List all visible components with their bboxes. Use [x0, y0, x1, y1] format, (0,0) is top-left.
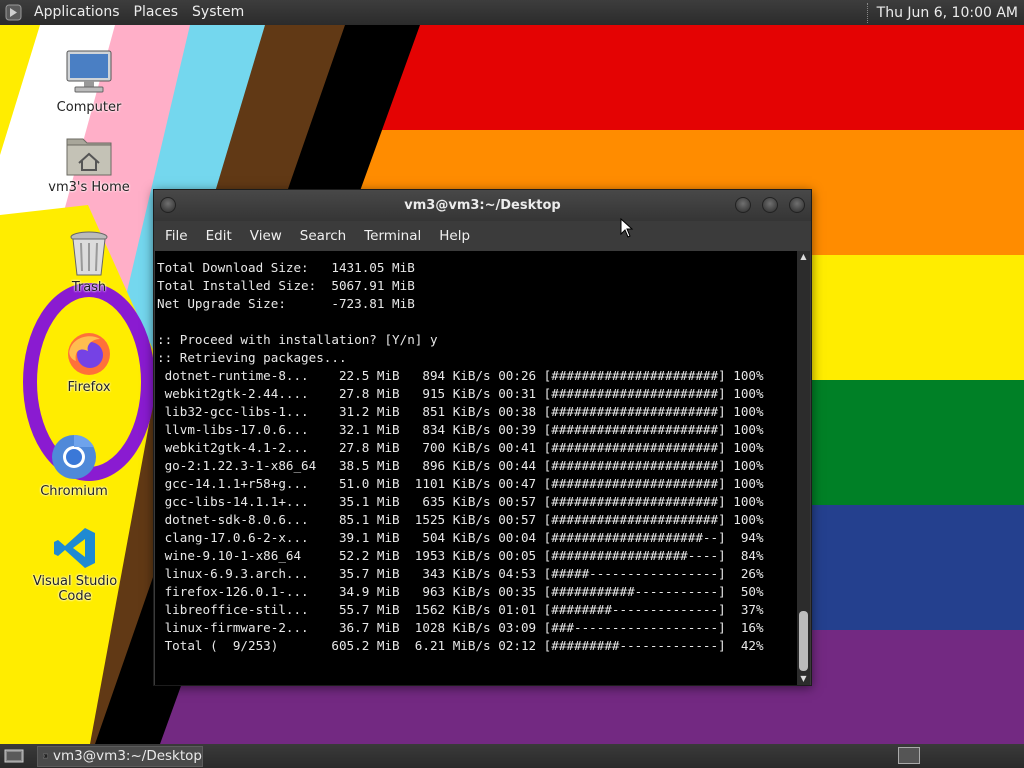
desktop-icon-chromium[interactable]: Chromium	[14, 429, 134, 499]
terminal-line: libreoffice-stil... 55.7 MiB 1562 KiB/s …	[157, 602, 764, 617]
scroll-up-icon[interactable]: ▲	[797, 251, 810, 263]
trash-icon	[69, 225, 109, 277]
terminal-scrollbar[interactable]: ▲ ▼	[797, 251, 810, 685]
workspace-switcher[interactable]	[898, 747, 920, 764]
menu-search[interactable]: Search	[291, 228, 355, 244]
firefox-icon	[66, 325, 112, 377]
desktop-icon-home[interactable]: vm3's Home	[29, 125, 149, 195]
terminal-line: dotnet-runtime-8... 22.5 MiB 894 KiB/s 0…	[157, 368, 764, 383]
window-titlebar[interactable]: vm3@vm3:~/Desktop	[154, 190, 811, 221]
top-panel: Applications Places System Thu Jun 6, 10…	[0, 0, 1024, 25]
menu-terminal[interactable]: Terminal	[355, 228, 430, 244]
panel-separator	[866, 2, 869, 23]
terminal-line: :: Proceed with installation? [Y/n] y	[157, 332, 438, 347]
menu-file[interactable]: File	[156, 228, 197, 244]
terminal-line: gcc-libs-14.1.1+... 35.1 MiB 635 KiB/s 0…	[157, 494, 764, 509]
window-title: vm3@vm3:~/Desktop	[404, 198, 561, 213]
terminal-line: clang-17.0.6-2-x... 39.1 MiB 504 KiB/s 0…	[157, 530, 764, 545]
system-menu[interactable]: System	[184, 0, 250, 25]
terminal-line: linux-firmware-2... 36.7 MiB 1028 KiB/s …	[157, 620, 764, 635]
window-menu-icon[interactable]	[160, 197, 176, 213]
taskbar-item-label: vm3@vm3:~/Desktop	[52, 748, 202, 764]
chromium-icon	[50, 429, 98, 481]
desktop-icon-firefox[interactable]: Firefox	[29, 325, 149, 395]
vscode-icon	[52, 519, 98, 571]
terminal-text: Total Download Size: 1431.05 MiB Total In…	[155, 251, 798, 655]
desktop-icon-label: Chromium	[40, 484, 108, 499]
scroll-down-icon[interactable]: ▼	[797, 673, 810, 685]
terminal-window[interactable]: vm3@vm3:~/Desktop File Edit View Search …	[153, 189, 812, 686]
terminal-output[interactable]: Total Download Size: 1431.05 MiB Total In…	[155, 251, 798, 685]
desktop-icon-label: vm3's Home	[48, 180, 130, 195]
terminal-line: dotnet-sdk-8.0.6... 85.1 MiB 1525 KiB/s …	[157, 512, 764, 527]
terminal-app-icon	[43, 753, 48, 759]
maximize-button[interactable]	[762, 197, 778, 213]
places-menu[interactable]: Places	[126, 0, 185, 25]
desktop-icon-vscode[interactable]: Visual Studio Code	[15, 519, 135, 604]
show-desktop-icon[interactable]	[3, 747, 25, 765]
applications-menu[interactable]: Applications	[26, 0, 126, 25]
computer-icon	[63, 45, 115, 97]
menu-help[interactable]: Help	[430, 228, 479, 244]
terminal-line: go-2:1.22.3-1-x86_64 38.5 MiB 896 KiB/s …	[157, 458, 764, 473]
terminal-line: linux-6.9.3.arch... 35.7 MiB 343 KiB/s 0…	[157, 566, 764, 581]
terminal-line: webkit2gtk-4.1-2... 27.8 MiB 700 KiB/s 0…	[157, 440, 764, 455]
terminal-line: Total Installed Size: 5067.91 MiB	[157, 278, 415, 293]
terminal-line: lib32-gcc-libs-1... 31.2 MiB 851 KiB/s 0…	[157, 404, 764, 419]
terminal-line: webkit2gtk-2.44.... 27.8 MiB 915 KiB/s 0…	[157, 386, 764, 401]
desktop-icon-label: Trash	[71, 280, 107, 295]
terminal-line: gcc-14.1.1+r58+g... 51.0 MiB 1101 KiB/s …	[157, 476, 764, 491]
desktop-icon-label: Computer	[56, 100, 122, 115]
terminal-line: llvm-libs-17.0.6... 32.1 MiB 834 KiB/s 0…	[157, 422, 764, 437]
scrollbar-thumb[interactable]	[799, 611, 808, 671]
desktop-icon-label: Visual Studio Code	[32, 574, 118, 604]
terminal-line: Total Download Size: 1431.05 MiB	[157, 260, 415, 275]
close-button[interactable]	[789, 197, 805, 213]
desktop-icon-computer[interactable]: Computer	[29, 45, 149, 115]
terminal-line: Total ( 9/253) 605.2 MiB 6.21 MiB/s 02:1…	[157, 638, 764, 653]
terminal-menubar: File Edit View Search Terminal Help	[154, 221, 811, 251]
terminal-line: :: Retrieving packages...	[157, 350, 347, 365]
minimize-button[interactable]	[735, 197, 751, 213]
clock[interactable]: Thu Jun 6, 10:00 AM	[877, 5, 1024, 21]
bottom-panel: vm3@vm3:~/Desktop	[0, 744, 1024, 768]
mouse-cursor-icon	[620, 218, 634, 238]
taskbar-terminal-button[interactable]: vm3@vm3:~/Desktop	[37, 745, 203, 767]
home-folder-icon	[65, 125, 113, 177]
terminal-line: Net Upgrade Size: -723.81 MiB	[157, 296, 415, 311]
menu-edit[interactable]: Edit	[197, 228, 241, 244]
desktop-icon-trash[interactable]: Trash	[29, 225, 149, 295]
distro-logo-icon[interactable]	[0, 0, 26, 25]
terminal-line: wine-9.10-1-x86_64 52.2 MiB 1953 KiB/s 0…	[157, 548, 764, 563]
terminal-line: firefox-126.0.1-... 34.9 MiB 963 KiB/s 0…	[157, 584, 764, 599]
menu-view[interactable]: View	[241, 228, 291, 244]
desktop-icon-label: Firefox	[67, 380, 111, 395]
